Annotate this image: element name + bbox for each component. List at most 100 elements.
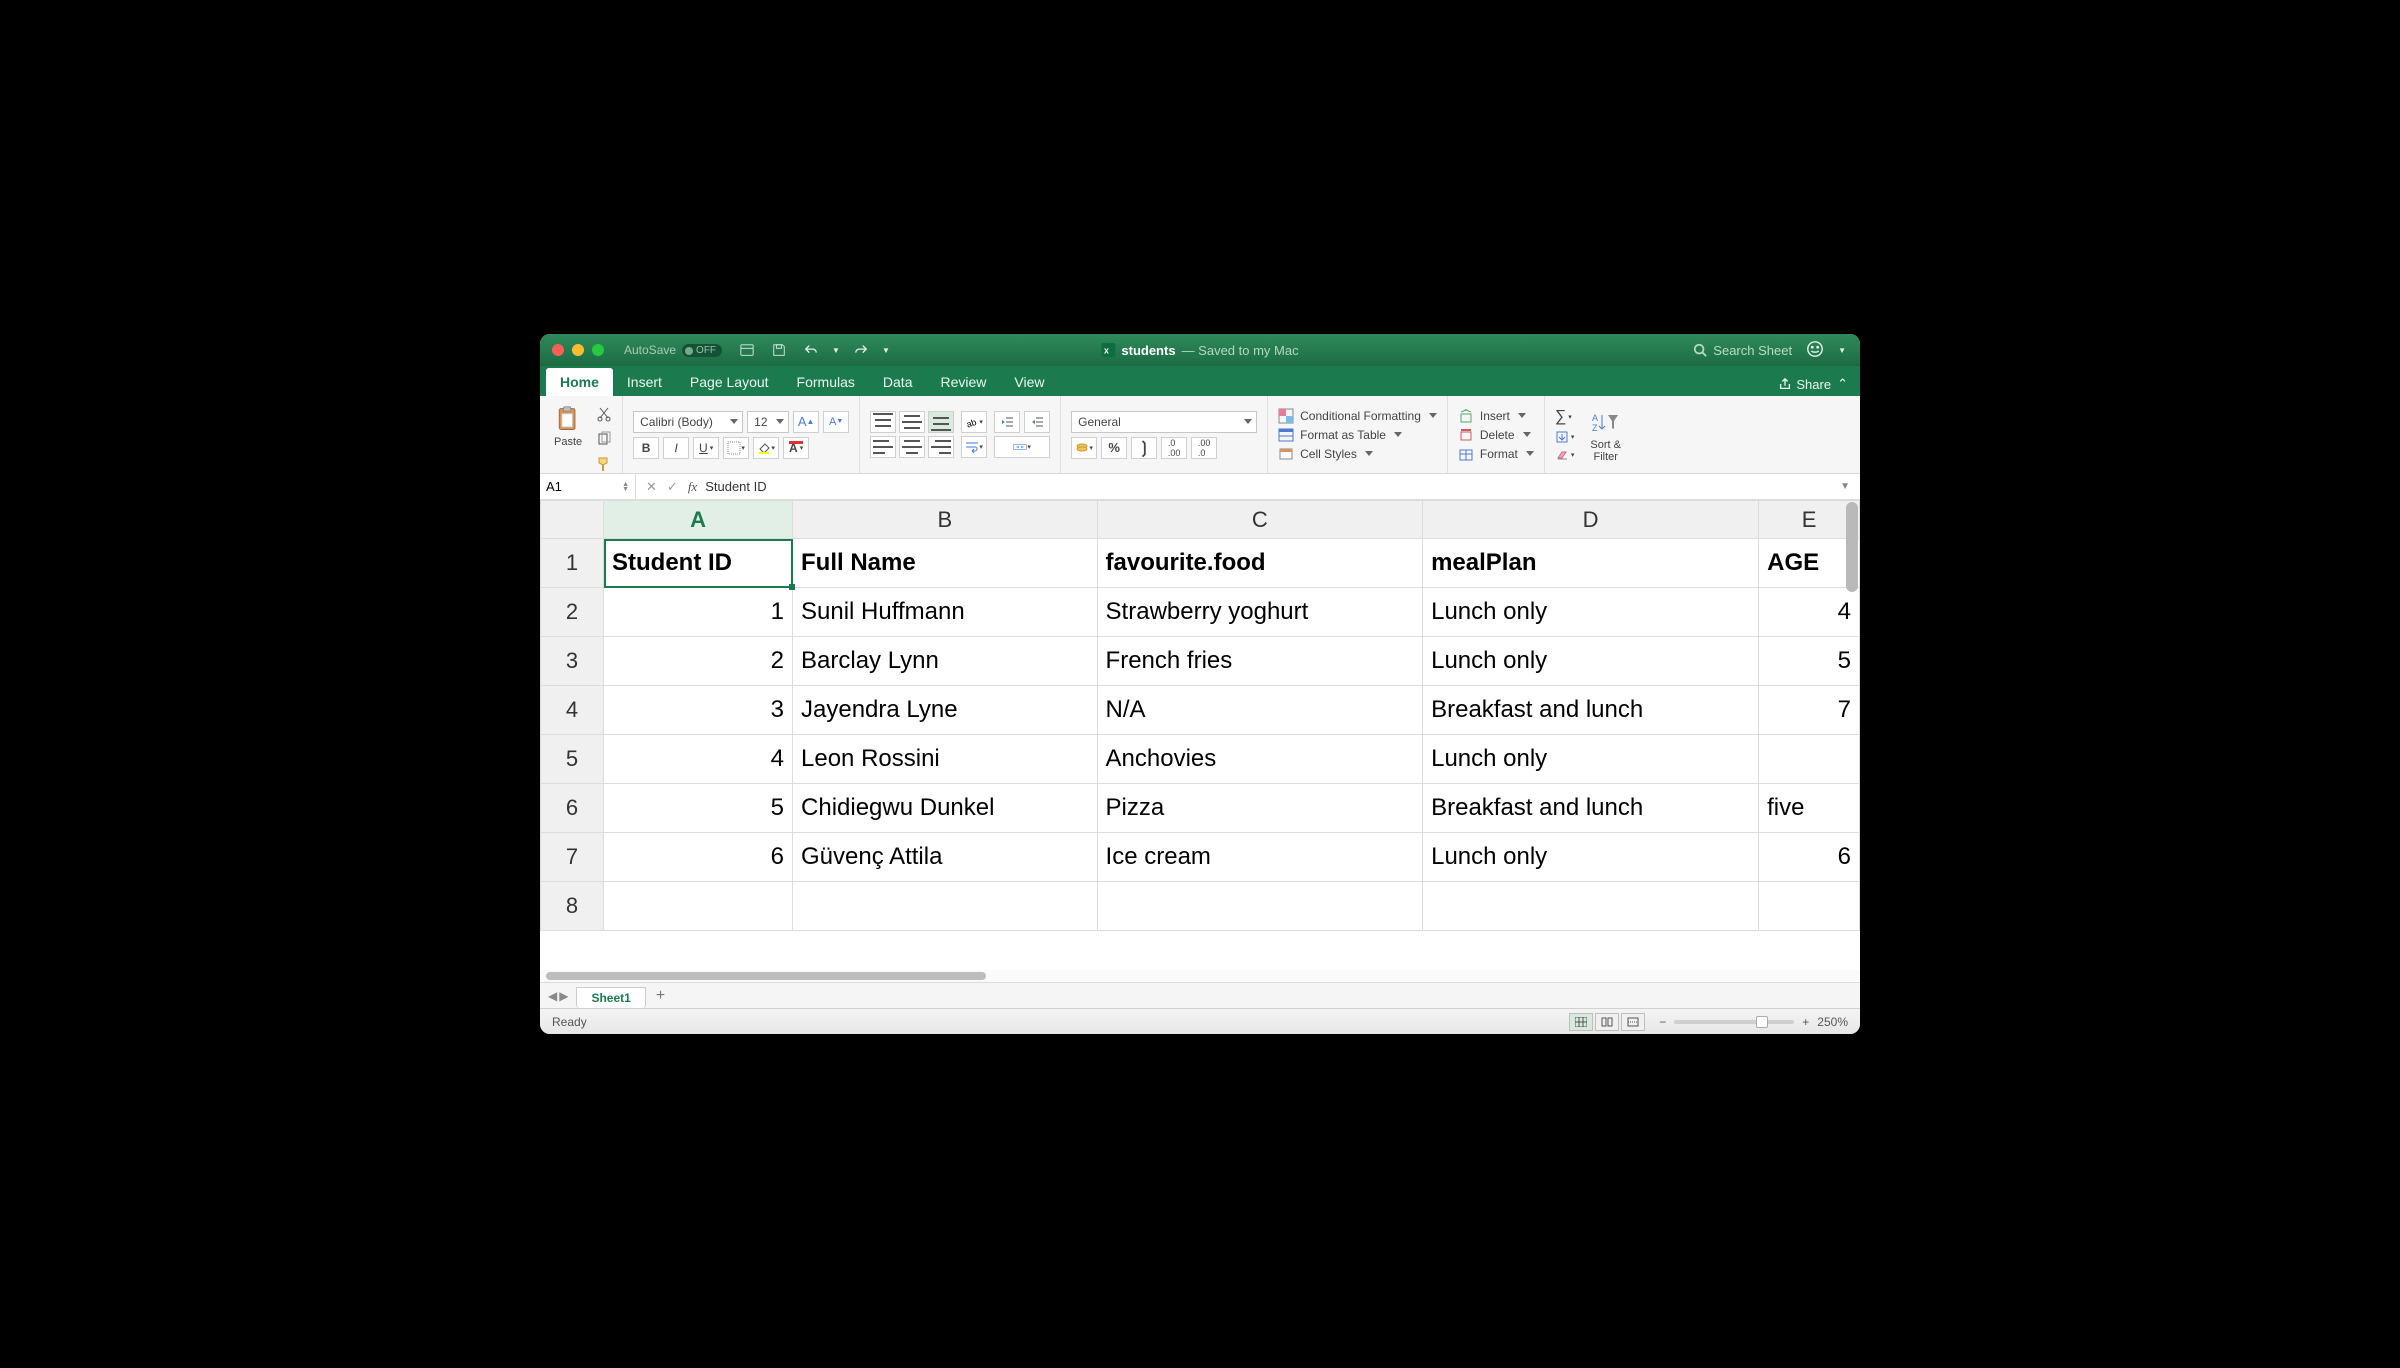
page-break-view-icon[interactable] [1621,1013,1645,1031]
zoom-out-button[interactable]: − [1659,1015,1666,1029]
wrap-text-icon[interactable]: ▾ [961,436,987,458]
underline-button[interactable]: U▾ [693,437,719,459]
cell-C4[interactable]: N/A [1097,686,1423,735]
sheet-tab-sheet1[interactable]: Sheet1 [576,987,645,1008]
page-layout-view-icon[interactable] [1595,1013,1619,1031]
cell-D3[interactable]: Lunch only [1423,637,1759,686]
cell-C5[interactable]: Anchovies [1097,735,1423,784]
cell-B6[interactable]: Chidiegwu Dunkel [793,784,1098,833]
format-painter-icon[interactable] [596,456,612,475]
cancel-formula-icon[interactable]: ✕ [646,479,657,495]
cell-D1[interactable]: mealPlan [1423,539,1759,588]
cell-E3[interactable]: 5 [1759,637,1860,686]
select-all-corner[interactable] [541,501,604,539]
qat-customize-icon[interactable]: ▼ [882,346,890,355]
tab-formulas[interactable]: Formulas [783,368,869,396]
spreadsheet-grid[interactable]: A B C D E 1 Student ID Full Name favouri… [540,500,1860,970]
enter-formula-icon[interactable]: ✓ [667,479,678,495]
row-header-5[interactable]: 5 [541,735,604,784]
cell-C6[interactable]: Pizza [1097,784,1423,833]
fill-color-icon[interactable]: ▾ [753,437,779,459]
column-header-D[interactable]: D [1423,501,1759,539]
cell-C3[interactable]: French fries [1097,637,1423,686]
insert-cells-button[interactable]: Insert [1458,408,1534,424]
share-button[interactable]: Share [1778,377,1831,392]
increase-font-icon[interactable]: A▲ [793,411,819,433]
name-box-spinner-icon[interactable]: ▲▼ [622,482,629,492]
tab-data[interactable]: Data [869,368,927,396]
align-top-icon[interactable] [870,411,896,433]
delete-cells-button[interactable]: Delete [1458,427,1534,443]
align-middle-icon[interactable] [899,411,925,433]
decrease-decimal-icon[interactable]: .00.0 [1191,437,1217,459]
increase-decimal-icon[interactable]: .0.00 [1161,437,1187,459]
collapse-ribbon-icon[interactable]: ⌃ [1837,376,1848,392]
cell-C2[interactable]: Strawberry yoghurt [1097,588,1423,637]
cell-D8[interactable] [1423,882,1759,931]
formula-input[interactable]: Student ID [705,479,766,494]
zoom-window-button[interactable] [592,344,604,356]
bold-button[interactable]: B [633,437,659,459]
expand-formula-bar-icon[interactable]: ▼ [1840,481,1860,492]
vertical-scrollbar[interactable] [1846,502,1858,592]
italic-button[interactable]: I [663,437,689,459]
cell-A7[interactable]: 6 [604,833,793,882]
cell-A1[interactable]: Student ID [604,539,793,588]
row-header-1[interactable]: 1 [541,539,604,588]
cell-E2[interactable]: 4 [1759,588,1860,637]
decrease-indent-icon[interactable] [994,411,1020,433]
font-color-icon[interactable]: A▾ [783,437,809,459]
column-header-B[interactable]: B [793,501,1098,539]
search-sheet-input[interactable]: Search Sheet [1693,343,1792,358]
borders-icon[interactable]: ▾ [723,437,749,459]
clear-icon[interactable]: ▾ [1555,448,1575,462]
paste-button[interactable]: Paste [550,402,586,450]
cut-icon[interactable] [596,406,612,425]
zoom-level[interactable]: 250% [1817,1015,1848,1029]
decrease-font-icon[interactable]: A▼ [823,411,849,433]
cell-B4[interactable]: Jayendra Lyne [793,686,1098,735]
align-bottom-icon[interactable] [928,411,954,433]
cell-B2[interactable]: Sunil Huffmann [793,588,1098,637]
format-as-table-button[interactable]: Format as Table [1278,427,1437,443]
row-header-2[interactable]: 2 [541,588,604,637]
cell-A5[interactable]: 4 [604,735,793,784]
redo-icon[interactable] [850,339,872,361]
undo-icon[interactable] [800,339,822,361]
row-header-3[interactable]: 3 [541,637,604,686]
cell-A4[interactable]: 3 [604,686,793,735]
fill-icon[interactable]: ▾ [1555,430,1575,444]
number-format-combo[interactable]: General [1071,411,1257,433]
conditional-formatting-button[interactable]: Conditional Formatting [1278,408,1437,424]
cell-B8[interactable] [793,882,1098,931]
cell-B1[interactable]: Full Name [793,539,1098,588]
comma-format-icon[interactable]: ❳ [1131,437,1157,459]
align-left-icon[interactable] [870,436,896,458]
column-header-C[interactable]: C [1097,501,1423,539]
cell-D6[interactable]: Breakfast and lunch [1423,784,1759,833]
zoom-slider[interactable] [1674,1020,1794,1024]
copy-icon[interactable] [596,431,612,450]
add-sheet-button[interactable]: + [656,987,665,1005]
autosave-toggle[interactable]: AutoSave OFF [624,343,722,357]
row-header-6[interactable]: 6 [541,784,604,833]
feedback-dropdown-icon[interactable]: ▼ [1838,346,1846,355]
cell-C7[interactable]: Ice cream [1097,833,1423,882]
cell-B7[interactable]: Güvenç Attila [793,833,1098,882]
feedback-icon[interactable] [1806,340,1824,361]
cell-D5[interactable]: Lunch only [1423,735,1759,784]
cell-D4[interactable]: Breakfast and lunch [1423,686,1759,735]
cell-D2[interactable]: Lunch only [1423,588,1759,637]
next-sheet-icon[interactable]: ▶ [559,989,568,1003]
cell-A6[interactable]: 5 [604,784,793,833]
column-header-A[interactable]: A [604,501,793,539]
align-right-icon[interactable] [928,436,954,458]
cell-C8[interactable] [1097,882,1423,931]
cell-A3[interactable]: 2 [604,637,793,686]
font-size-combo[interactable]: 12 [747,411,789,433]
row-header-8[interactable]: 8 [541,882,604,931]
align-center-icon[interactable] [899,436,925,458]
font-name-combo[interactable]: Calibri (Body) [633,411,743,433]
normal-view-icon[interactable] [1569,1013,1593,1031]
cell-E5[interactable] [1759,735,1860,784]
